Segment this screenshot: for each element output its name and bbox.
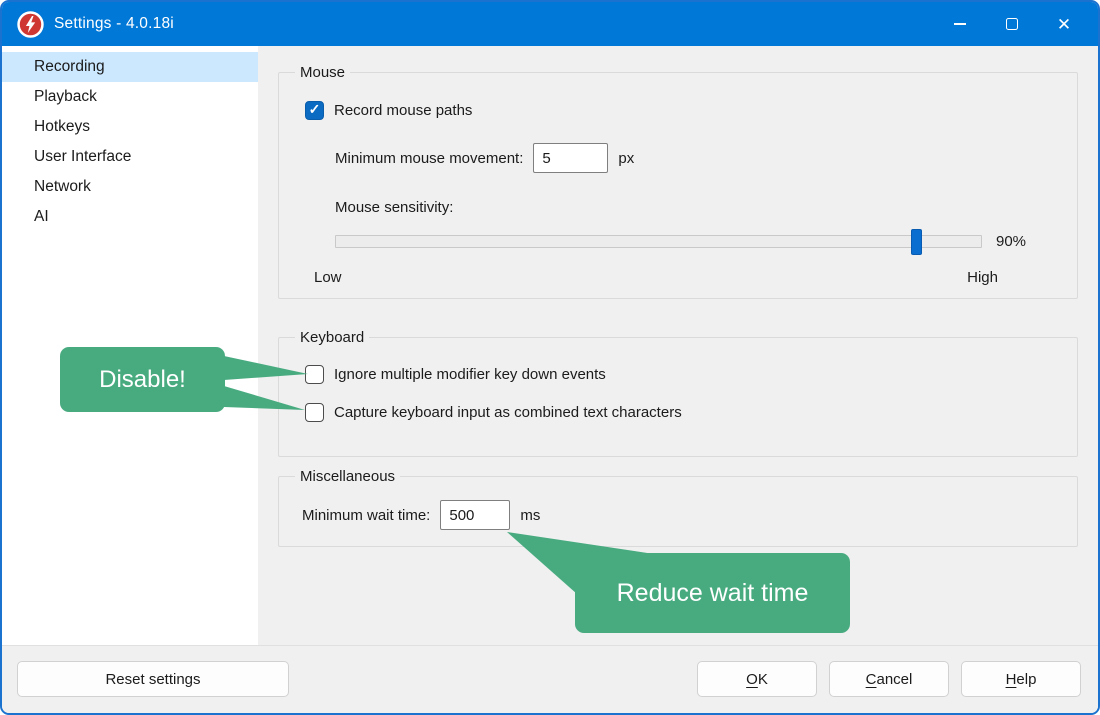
window-controls: ✕: [934, 2, 1098, 46]
min-wait-time-input[interactable]: [440, 500, 510, 530]
sensitivity-value: 90%: [996, 233, 1026, 250]
sensitivity-slider-thumb[interactable]: [911, 229, 922, 255]
reset-settings-button[interactable]: Reset settings: [17, 661, 289, 697]
sidebar-item-label: Playback: [34, 88, 97, 106]
capture-combined-text-checkbox[interactable]: [305, 403, 324, 422]
keyboard-group-label: Keyboard: [295, 328, 369, 348]
sidebar-item-user-interface[interactable]: User Interface: [2, 142, 258, 172]
footer-bar: Reset settings OK Cancel Help: [2, 645, 1098, 713]
sidebar-item-label: User Interface: [34, 148, 131, 166]
sidebar-item-label: AI: [34, 208, 49, 226]
maximize-button[interactable]: [986, 2, 1038, 46]
sidebar-item-network[interactable]: Network: [2, 172, 258, 202]
cancel-button[interactable]: Cancel: [829, 661, 949, 697]
disable-annotation-label: Disable!: [99, 366, 186, 394]
sidebar-item-label: Recording: [34, 58, 105, 76]
cancel-label-accel: C: [866, 671, 877, 688]
settings-sidebar: Recording Playback Hotkeys User Interfac…: [2, 46, 258, 645]
maximize-icon: [1006, 18, 1018, 30]
sidebar-item-ai[interactable]: AI: [2, 202, 258, 232]
cancel-label: ancel: [876, 671, 912, 688]
mouse-sensitivity-label: Mouse sensitivity:: [335, 199, 453, 216]
sidebar-item-label: Hotkeys: [34, 118, 90, 136]
mouse-group-label: Mouse: [295, 63, 350, 83]
close-button[interactable]: ✕: [1038, 2, 1090, 46]
help-button[interactable]: Help: [961, 661, 1081, 697]
minimize-button[interactable]: [934, 2, 986, 46]
min-mouse-movement-label: Minimum mouse movement:: [335, 150, 523, 167]
sensitivity-low-label: Low: [314, 269, 342, 286]
help-label-accel: H: [1006, 671, 1017, 688]
app-lightning-icon: [17, 11, 44, 38]
min-mouse-movement-input[interactable]: [533, 143, 608, 173]
ignore-modifier-keydown-label: Ignore multiple modifier key down events: [334, 366, 606, 383]
sidebar-item-label: Network: [34, 178, 91, 196]
title-bar: Settings - 4.0.18i ✕: [2, 2, 1098, 46]
main-area: Recording Playback Hotkeys User Interfac…: [2, 46, 1098, 645]
mouse-sensitivity-slider[interactable]: [335, 235, 982, 248]
record-mouse-paths-checkbox[interactable]: [305, 101, 324, 120]
reduce-wait-annotation: Reduce wait time: [575, 553, 850, 633]
sidebar-item-playback[interactable]: Playback: [2, 82, 258, 112]
ignore-modifier-keydown-checkbox[interactable]: [305, 365, 324, 384]
ok-label: K: [758, 671, 768, 688]
min-wait-time-unit: ms: [520, 507, 540, 524]
min-mouse-movement-unit: px: [618, 150, 634, 167]
help-label: elp: [1016, 671, 1036, 688]
ok-button[interactable]: OK: [697, 661, 817, 697]
window-title: Settings - 4.0.18i: [54, 15, 174, 33]
sensitivity-high-label: High: [918, 269, 998, 286]
reset-settings-label: Reset settings: [105, 671, 200, 688]
keyboard-group: Keyboard: [278, 337, 1078, 457]
minimize-icon: [954, 23, 966, 25]
ok-label-accel: O: [746, 671, 758, 688]
reduce-wait-annotation-label: Reduce wait time: [617, 579, 809, 608]
min-wait-time-label: Minimum wait time:: [302, 507, 430, 524]
miscellaneous-group-label: Miscellaneous: [295, 467, 400, 487]
sidebar-item-hotkeys[interactable]: Hotkeys: [2, 112, 258, 142]
close-icon: ✕: [1057, 16, 1071, 33]
record-mouse-paths-label: Record mouse paths: [334, 102, 472, 119]
sidebar-item-recording[interactable]: Recording: [2, 52, 258, 82]
capture-combined-text-label: Capture keyboard input as combined text …: [334, 404, 682, 421]
disable-annotation: Disable!: [60, 347, 225, 412]
settings-window: Settings - 4.0.18i ✕ Recording Playback …: [0, 0, 1100, 715]
